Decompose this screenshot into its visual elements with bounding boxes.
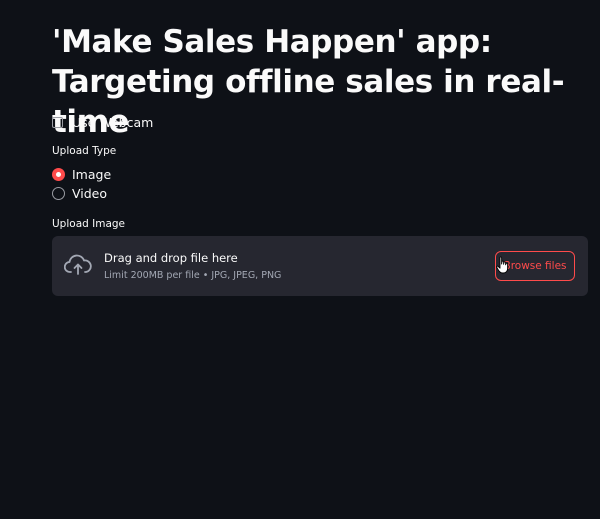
radio-button[interactable]	[52, 187, 65, 200]
dropzone-instructions: Drag and drop file here	[104, 251, 238, 265]
file-dropzone[interactable]: Drag and drop file here Limit 200MB per …	[52, 236, 588, 296]
radio-label-image: Image	[72, 167, 112, 182]
upload-image-label: Upload Image	[52, 218, 126, 230]
radio-label-video: Video	[72, 186, 108, 201]
cloud-upload-icon	[64, 254, 92, 275]
dropzone-limits: Limit 200MB per file • JPG, JPEG, PNG	[104, 270, 282, 281]
browse-files-button[interactable]: Browse files	[495, 251, 575, 281]
radio-button-selected[interactable]	[52, 168, 65, 181]
checkbox-box[interactable]	[52, 117, 63, 128]
use-webcam-checkbox[interactable]: Use Webcam	[52, 115, 153, 130]
use-webcam-label: Use Webcam	[72, 115, 154, 130]
app-main: 'Make Sales Happen' app: Targeting offli…	[52, 0, 588, 296]
upload-type-label: Upload Type	[52, 145, 117, 157]
radio-option-video[interactable]: Video	[52, 186, 107, 201]
radio-option-image[interactable]: Image	[52, 167, 111, 182]
dropzone-text: Drag and drop file here Limit 200MB per …	[104, 250, 281, 282]
